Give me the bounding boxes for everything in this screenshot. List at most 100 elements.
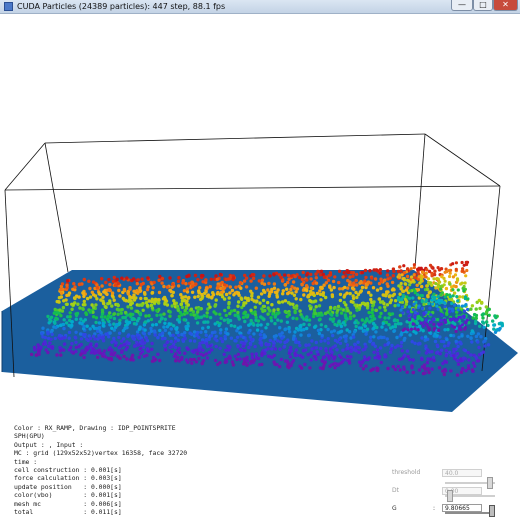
particle: [177, 320, 182, 324]
hud-line: force calculation : 0.003[s]: [14, 474, 122, 483]
particle: [319, 298, 323, 302]
particle: [384, 328, 388, 332]
particle: [263, 335, 267, 339]
particle: [295, 317, 299, 321]
particle: [450, 301, 454, 306]
particle: [67, 293, 71, 297]
particle: [330, 294, 335, 299]
particle: [125, 325, 129, 330]
particle: [341, 348, 345, 352]
particle: [228, 277, 232, 281]
particle: [393, 304, 397, 308]
particle: [201, 348, 205, 352]
particle: [328, 284, 332, 288]
particle: [352, 314, 356, 318]
particle: [154, 322, 158, 327]
particle: [249, 308, 253, 312]
particle: [279, 276, 283, 280]
particle: [108, 282, 112, 287]
particle: [104, 280, 108, 285]
particle: [291, 316, 295, 320]
particle: [324, 295, 328, 300]
particle: [82, 299, 87, 304]
particle: [305, 326, 309, 331]
particle: [352, 281, 356, 285]
particle: [213, 322, 217, 326]
particle: [313, 325, 317, 329]
particle: [183, 308, 187, 313]
g-slider-thumb[interactable]: [489, 505, 495, 517]
particle: [307, 333, 311, 337]
particle: [173, 339, 177, 344]
particle: [300, 283, 304, 287]
threshold-slider-thumb[interactable]: [486, 477, 493, 489]
particle: [289, 349, 293, 353]
particle: [472, 312, 477, 317]
particle: [418, 342, 422, 346]
particle: [291, 337, 296, 341]
particle: [248, 341, 253, 346]
particle: [273, 347, 278, 351]
g-value-field[interactable]: 9.80665: [442, 504, 482, 512]
particle: [291, 280, 296, 284]
particle: [77, 282, 82, 287]
particle: [58, 308, 62, 312]
close-button[interactable]: ✕: [493, 0, 518, 11]
particle: [347, 270, 351, 274]
title-bar[interactable]: CUDA Particles (24389 particles): 447 st…: [0, 0, 520, 14]
particle: [82, 277, 87, 282]
particle: [302, 293, 306, 297]
particle: [500, 324, 504, 328]
particle: [259, 323, 263, 327]
particle: [57, 300, 61, 304]
particle: [170, 294, 174, 298]
particle: [428, 290, 432, 294]
particle: [72, 282, 76, 286]
particle: [396, 295, 401, 300]
maximize-button[interactable]: □: [473, 0, 493, 11]
particle: [322, 283, 326, 287]
particle: [176, 279, 181, 284]
particle: [122, 354, 126, 359]
particle: [276, 318, 280, 322]
particle: [160, 281, 164, 285]
particle: [408, 333, 412, 337]
particle: [280, 331, 284, 335]
minimize-button[interactable]: —: [451, 0, 473, 11]
particle: [195, 321, 200, 325]
particle: [430, 298, 434, 302]
particle: [456, 362, 461, 366]
particle: [454, 267, 458, 271]
particle: [209, 334, 214, 338]
particle: [228, 311, 232, 316]
particle: [58, 345, 62, 350]
particle: [338, 341, 343, 346]
particle: [131, 336, 135, 341]
particle: [283, 283, 287, 287]
particle: [189, 312, 193, 317]
particle: [224, 348, 228, 352]
particle: [94, 320, 98, 325]
particle: [333, 355, 337, 359]
g-slider-track[interactable]: [445, 512, 495, 514]
particle: [396, 364, 400, 369]
particle: [387, 316, 391, 320]
particle: [306, 352, 310, 357]
particle: [200, 340, 205, 345]
particle: [309, 358, 313, 362]
particle: [336, 308, 340, 312]
particle: [136, 343, 140, 347]
particle: [84, 311, 88, 315]
particle: [215, 277, 219, 282]
particle: [217, 323, 221, 328]
particle: [244, 276, 249, 280]
particle: [137, 355, 141, 359]
particle: [163, 348, 168, 352]
particle: [79, 337, 84, 341]
particle: [80, 322, 84, 326]
particle: [142, 345, 146, 349]
particle: [260, 307, 264, 311]
particle: [403, 282, 407, 286]
dt-slider-thumb[interactable]: [447, 490, 454, 502]
particle: [469, 336, 473, 340]
